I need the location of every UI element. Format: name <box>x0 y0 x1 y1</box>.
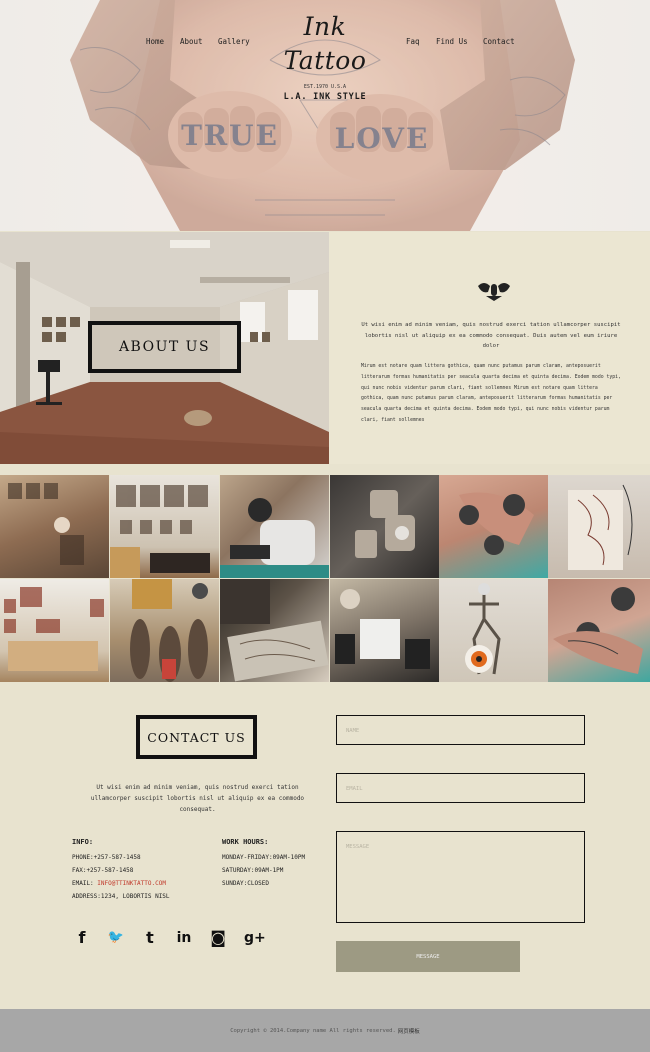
gallery-tile-11[interactable] <box>439 579 548 682</box>
hours-saturday: SATURDAY:09AM-1PM <box>222 867 284 874</box>
nav-contact[interactable]: Contact <box>483 37 515 46</box>
nav-find-us[interactable]: Find Us <box>436 37 468 46</box>
twitter-icon[interactable]: 🐦 <box>106 928 126 948</box>
email-row: EMAIL: INFO@TTINKTATTO.COM <box>72 877 217 890</box>
about-text-panel: Ut wisi enim ad minim veniam, quis nostr… <box>329 232 650 464</box>
gallery-tile-12[interactable] <box>548 579 650 682</box>
contact-lead-text: Ut wisi enim ad minim veniam, quis nostr… <box>90 784 305 813</box>
eagle-emblem-icon <box>478 283 510 301</box>
logo-script: Ink Tattoo <box>283 12 367 75</box>
tumblr-icon[interactable]: t <box>140 928 160 948</box>
gallery-tile-2[interactable] <box>110 475 219 578</box>
logo-style: L.A. INK STYLE <box>283 92 367 102</box>
hours-weekday: MONDAY-FRIDAY:09AM-10PM <box>222 854 306 861</box>
instagram-icon[interactable]: ◙ <box>208 928 228 948</box>
email-input[interactable]: EMAIL <box>336 773 585 803</box>
info-heading: INFO: <box>72 838 94 846</box>
nav-faq[interactable]: Faq <box>406 37 420 46</box>
gallery-tile-5[interactable] <box>439 475 548 578</box>
gallery-tile-3[interactable] <box>220 475 329 578</box>
email-label: EMAIL: <box>72 880 98 887</box>
email-link[interactable]: INFO@TTINKTATTO.COM <box>97 880 166 887</box>
about-title: ABOUT US <box>88 321 241 373</box>
copyright-text: Copyright © 2014.Company name All rights… <box>230 1027 396 1034</box>
gallery-tile-6[interactable] <box>548 475 650 578</box>
nav-home[interactable]: Home <box>146 37 164 46</box>
nav-gallery[interactable]: Gallery <box>218 37 250 46</box>
name-input[interactable]: NAME <box>336 715 585 745</box>
hours-heading: WORK HOURS: <box>222 838 269 846</box>
facebook-icon[interactable]: f <box>72 928 92 948</box>
footer: Copyright © 2014.Company name All rights… <box>0 1009 650 1052</box>
message-textarea[interactable]: MESSAGE <box>336 831 585 923</box>
send-message-button[interactable]: MESSAGE <box>336 941 520 972</box>
gallery-grid <box>0 475 650 682</box>
site-logo[interactable]: Ink Tattoo EST.1970 U.S.A L.A. INK STYLE <box>262 10 388 102</box>
nav-about[interactable]: About <box>180 37 203 46</box>
gallery-tile-8[interactable] <box>110 579 219 682</box>
work-hours-block: WORK HOURS: MONDAY-FRIDAY:09AM-10PM SATU… <box>222 836 332 890</box>
hours-sunday: SUNDAY:CLOSED <box>222 880 269 887</box>
footer-link[interactable]: 网页模板 <box>398 1027 420 1035</box>
contact-info-block: INFO: PHONE:+257-587-1458 FAX:+257-587-1… <box>72 836 217 903</box>
hero-banner: TRUE LOVE Home About Gallery Faq Find Us… <box>0 0 650 231</box>
phone-text: PHONE:+257-587-1458 <box>72 854 141 861</box>
social-links: f 🐦 t in ◙ g+ <box>72 928 272 950</box>
gallery-tile-10[interactable] <box>330 579 439 682</box>
gallery-tile-4[interactable] <box>330 475 439 578</box>
fax-text: FAX:+257-587-1458 <box>72 867 134 874</box>
gallery-tile-9[interactable] <box>220 579 329 682</box>
linkedin-icon[interactable]: in <box>174 928 194 948</box>
address-text: ADDRESS:1234, LOBORTIS NISL <box>72 893 170 900</box>
about-studio-photo: ABOUT US <box>0 232 329 464</box>
about-lead-text: Ut wisi enim ad minim veniam, quis nostr… <box>361 322 621 349</box>
contact-title: CONTACT US <box>136 715 257 759</box>
googleplus-icon[interactable]: g+ <box>244 928 266 948</box>
about-body-text: Mirum est notare quam littera gothica, q… <box>361 364 621 423</box>
logo-est: EST.1970 U.S.A <box>303 84 347 90</box>
gallery-tile-7[interactable] <box>0 579 109 682</box>
gallery-tile-1[interactable] <box>0 475 109 578</box>
